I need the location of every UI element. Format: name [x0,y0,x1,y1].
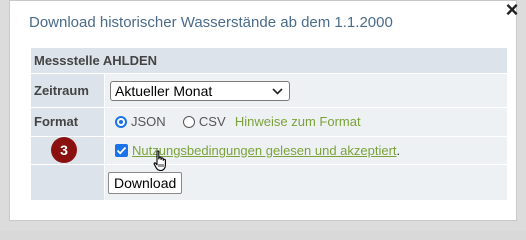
terms-link[interactable]: Nutzungsbedingungen gelesen und akzeptie… [132,143,397,158]
chevron-down-icon [272,83,283,104]
terms-checkbox[interactable] [115,143,128,157]
download-button[interactable]: Download [108,171,183,194]
dialog-title: Download historischer Wasserstände ab de… [29,14,393,31]
format-radio-json[interactable] [115,116,127,129]
zeitraum-label: Zeitraum [30,73,105,109]
step-badge: 3 [51,137,77,164]
zeitraum-selected-value: Aktueller Monat [115,82,213,99]
hand-pointer-icon [153,150,169,177]
zeitraum-select[interactable]: Aktueller Monat [110,80,290,104]
terms-suffix: . [396,142,401,158]
format-option-json-label: JSON [131,114,166,130]
format-option-csv-label: CSV [198,114,226,130]
format-radio-csv[interactable] [182,116,195,129]
close-icon[interactable]: × [498,0,526,22]
format-hint-link[interactable]: Hinweise zum Format [235,114,361,129]
station-header: Messstelle AHLDEN [30,46,508,75]
format-label: Format [30,107,105,137]
download-form: Messstelle AHLDEN Zeitraum Aktueller Mon… [30,46,508,201]
checkmark-icon [116,146,127,155]
